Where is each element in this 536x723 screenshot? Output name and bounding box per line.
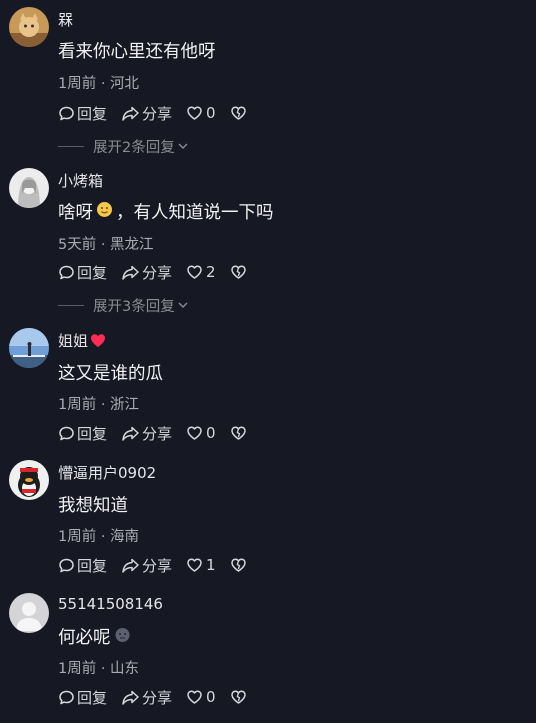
username[interactable]: 姐姐: [58, 330, 106, 351]
comment-text-content: 何必呢: [58, 628, 111, 648]
reply-button[interactable]: 回复: [58, 423, 107, 444]
like-button[interactable]: 0: [186, 688, 216, 706]
dislike-button[interactable]: [230, 425, 247, 441]
like-button[interactable]: 0: [186, 104, 216, 122]
like-button[interactable]: 0: [186, 424, 216, 442]
share-label: 分享: [142, 263, 173, 282]
reply-button[interactable]: 回复: [58, 555, 107, 576]
avatar[interactable]: [9, 328, 49, 368]
like-icon: [187, 426, 202, 440]
reply-label: 回复: [77, 556, 108, 575]
like-count: 2: [206, 263, 216, 281]
reply-icon: [59, 106, 74, 120]
share-button[interactable]: 分享: [121, 103, 172, 124]
comment-meta: 1周前 · 海南: [58, 529, 140, 545]
share-button[interactable]: 分享: [121, 555, 172, 576]
like-icon: [187, 265, 202, 279]
reply-button[interactable]: 回复: [58, 687, 107, 708]
share-label: 分享: [142, 688, 173, 707]
username-text: 姐姐: [58, 332, 89, 350]
comment-text: 何必呢: [58, 624, 134, 649]
share-icon: [122, 558, 139, 573]
dislike-icon: [230, 558, 246, 572]
expand-replies-button[interactable]: 展开3条回复: [58, 295, 189, 315]
share-button[interactable]: 分享: [121, 687, 172, 708]
dislike-icon: [230, 426, 246, 440]
expand-replies-label: 展开2条回复: [93, 139, 175, 156]
comment-text: 我想知道: [58, 496, 128, 516]
emoji-icon: [114, 626, 131, 648]
avatar[interactable]: [9, 593, 49, 633]
share-icon: [122, 106, 139, 121]
chevron-down-icon: [178, 143, 188, 149]
expand-replies-label: 展开3条回复: [93, 298, 175, 315]
reply-label: 回复: [77, 263, 108, 282]
comment-meta: 1周前 · 河北: [58, 76, 140, 92]
dislike-button[interactable]: [230, 689, 247, 705]
share-icon: [122, 690, 139, 705]
reply-button[interactable]: 回复: [58, 103, 107, 124]
reply-icon: [59, 265, 74, 279]
dislike-button[interactable]: [230, 557, 247, 573]
comment-actions: 回复 分享 1: [58, 554, 261, 576]
avatar[interactable]: [9, 460, 49, 500]
like-count: 0: [206, 688, 216, 706]
username[interactable]: 小烤箱: [58, 170, 103, 191]
comment-text: 这又是谁的瓜: [58, 364, 163, 384]
avatar[interactable]: [9, 168, 49, 208]
like-button[interactable]: 1: [186, 556, 216, 574]
comment-actions: 回复 分享 0: [58, 102, 261, 124]
comment-meta: 5天前 · 黑龙江: [58, 237, 154, 253]
dislike-icon: [230, 106, 246, 120]
share-label: 分享: [142, 556, 173, 575]
chevron-down-icon: [178, 302, 188, 308]
emoji-icon: [96, 201, 113, 223]
reply-icon: [59, 558, 74, 572]
dislike-button[interactable]: [230, 105, 247, 121]
like-icon: [187, 558, 202, 572]
share-button[interactable]: 分享: [121, 262, 172, 283]
like-icon: [187, 690, 202, 704]
share-icon: [122, 426, 139, 441]
share-icon: [122, 265, 139, 280]
comment-actions: 回复 分享 2: [58, 261, 261, 283]
reply-label: 回复: [77, 688, 108, 707]
username[interactable]: 槑: [58, 9, 73, 30]
comment-actions: 回复 分享 0: [58, 686, 261, 708]
reply-button[interactable]: 回复: [58, 262, 107, 283]
divider: [58, 304, 84, 306]
comment-text-after: ，有人知道说一下吗: [116, 203, 274, 223]
comment-meta: 1周前 · 山东: [58, 661, 140, 677]
like-count: 1: [206, 556, 216, 574]
like-count: 0: [206, 424, 216, 442]
dislike-button[interactable]: [230, 264, 247, 280]
comment-text: 啥呀 ，有人知道说一下吗: [58, 199, 274, 224]
username[interactable]: 懵逼用户0902: [58, 462, 156, 483]
username[interactable]: 55141508146: [58, 595, 163, 613]
comment-text-before: 啥呀: [58, 203, 93, 223]
comment-actions: 回复 分享 0: [58, 422, 261, 444]
reply-icon: [59, 690, 74, 704]
heart-badge-icon: [91, 334, 106, 347]
dislike-icon: [230, 690, 246, 704]
share-button[interactable]: 分享: [121, 423, 172, 444]
like-button[interactable]: 2: [186, 263, 216, 281]
like-count: 0: [206, 104, 216, 122]
comment-meta: 1周前 · 浙江: [58, 397, 140, 413]
comment-text: 看来你心里还有他呀: [58, 42, 216, 62]
share-label: 分享: [142, 424, 173, 443]
dislike-icon: [230, 265, 246, 279]
reply-label: 回复: [77, 104, 108, 123]
like-icon: [187, 106, 202, 120]
share-label: 分享: [142, 104, 173, 123]
reply-label: 回复: [77, 424, 108, 443]
reply-icon: [59, 426, 74, 440]
avatar[interactable]: [9, 7, 49, 47]
divider: [58, 145, 84, 147]
expand-replies-button[interactable]: 展开2条回复: [58, 136, 189, 156]
